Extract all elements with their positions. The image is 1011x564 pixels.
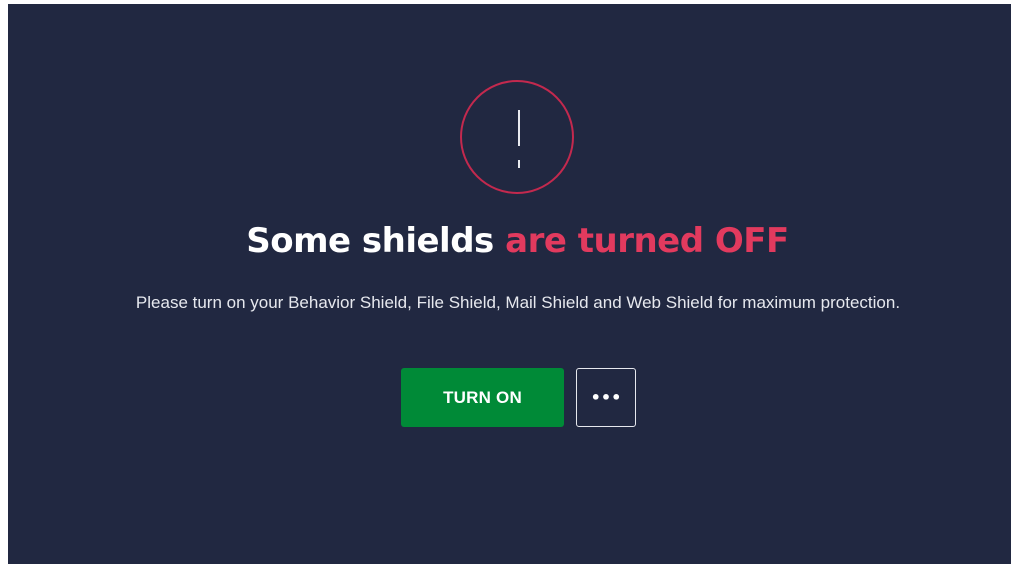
more-options-icon: ••• [590, 387, 622, 407]
exclamation-icon [460, 80, 574, 194]
turn-on-button[interactable]: TURN ON [401, 368, 564, 427]
title-warning: are turned OFF [505, 221, 789, 261]
exclamation-dot [518, 160, 520, 168]
more-options-button[interactable]: ••• [576, 368, 636, 427]
shield-status-panel: Some shields are turned OFF Please turn … [8, 4, 1011, 564]
status-description: Please turn on your Behavior Shield, Fil… [135, 293, 901, 312]
page-title: Some shields are turned OFF [8, 216, 1011, 266]
exclamation-bar [518, 110, 520, 146]
title-normal: Some shields [246, 221, 506, 261]
